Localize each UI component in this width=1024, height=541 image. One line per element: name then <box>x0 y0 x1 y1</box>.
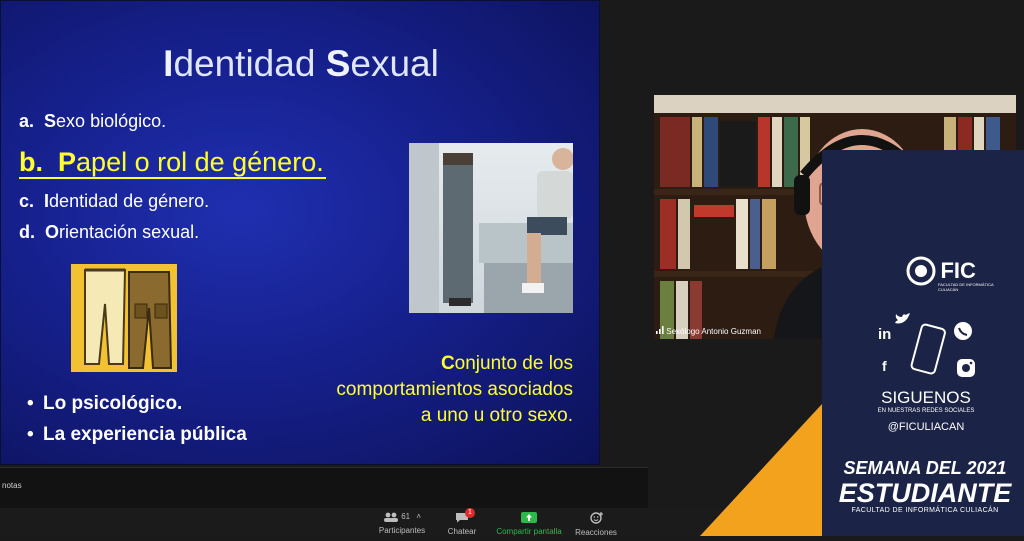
chat-badge: 1 <box>465 508 475 518</box>
photo-illustration <box>409 143 573 313</box>
facultad-subtitle: FACULTAD DE INFORMÁTICA CULIACÁN <box>851 507 999 514</box>
slide-item-d: d. Orientación sexual. <box>19 222 200 242</box>
share-screen-label: Compartir pantalla <box>496 527 562 536</box>
pants-clipart <box>84 268 173 369</box>
slide-item-c: c. Identidad de género. <box>19 191 210 211</box>
participants-icon <box>383 512 401 524</box>
redes-sociales-label: EN NUESTRAS REDES SOCIALES <box>877 408 975 414</box>
chat-button[interactable]: 1 Chatear <box>442 508 482 536</box>
participants-button[interactable]: 61 ˄ Participantes <box>372 512 432 535</box>
participant-name-label: Sexólogo Antonio Guzman <box>656 326 761 336</box>
instagram-icon <box>957 359 975 377</box>
slide-bullet-2: • La experiencia pública <box>27 424 247 445</box>
estudiante-title: ESTUDIANTE <box>838 478 1012 508</box>
fic-logo: FIC FACULTAD DE INFORMÁTICA CULIACÁN <box>906 256 1012 292</box>
smiley-plus-icon <box>589 512 603 526</box>
smartphone-icon <box>910 323 946 375</box>
fic-logo-icon <box>906 256 936 286</box>
participants-count: 61 <box>401 512 411 521</box>
slide-title: Identidad Sexual <box>163 43 439 84</box>
semana-title: SEMANA DEL 2021 <box>843 458 1007 478</box>
share-screen-icon <box>521 512 537 525</box>
participants-label: Participantes <box>378 526 426 535</box>
speaker-notes-bar <box>0 467 648 508</box>
linkedin-icon: in <box>878 326 892 343</box>
social-icons-cluster: in f <box>876 312 986 382</box>
social-handle: @FICULIACAN <box>887 421 965 433</box>
share-screen-button[interactable]: Compartir pantalla <box>492 512 566 536</box>
siguenos-label: SIGUENOS <box>881 388 971 407</box>
slide-item-a: a. Sexo biológico. <box>19 111 167 131</box>
whatsapp-icon <box>954 322 972 340</box>
slide-definition-note: Conjunto de los comportamientos asociado… <box>336 353 573 426</box>
slide-photo-men-restroom <box>409 143 573 313</box>
slide-item-b-highlighted: b. Papel o rol de género. <box>19 147 326 179</box>
signal-bars-icon <box>656 326 666 336</box>
shared-slide: Identidad Sexual a. Sexo biológico. b. P… <box>0 0 600 465</box>
notes-label: notas <box>2 481 22 490</box>
chevron-up-icon[interactable]: ˄ <box>416 512 421 521</box>
reactions-button[interactable]: Reacciones <box>574 512 618 537</box>
chat-icon: 1 <box>455 508 475 525</box>
facebook-icon: f <box>882 358 887 374</box>
slide-clipart-pants <box>71 264 177 372</box>
chat-label: Chatear <box>447 527 477 536</box>
slide-bullet-1: • Lo psicológico. <box>27 393 183 414</box>
